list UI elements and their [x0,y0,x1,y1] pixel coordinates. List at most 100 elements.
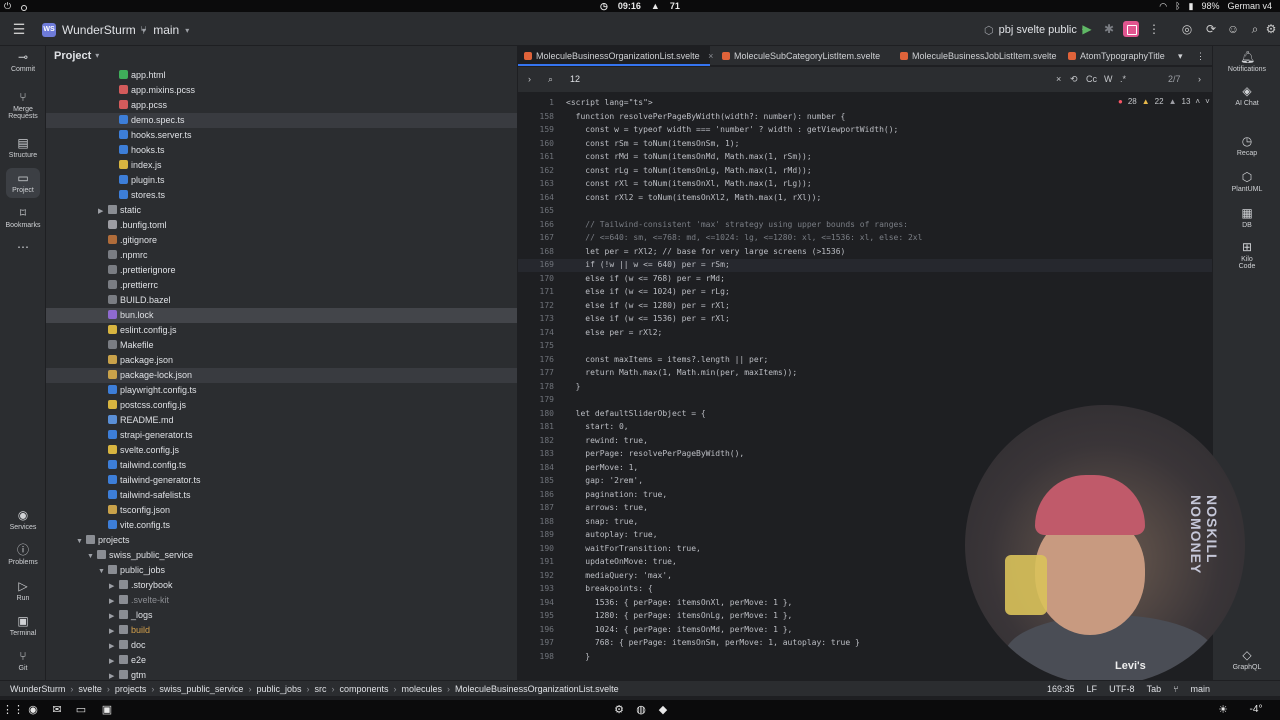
keyboard-layout[interactable]: German v4 [1227,0,1272,12]
tree-file[interactable]: postcss.config.js [46,398,517,413]
project-panel-header[interactable]: Project ▾ [46,46,517,66]
tree-file[interactable]: .npmrc [46,248,517,263]
commit-tool[interactable]: ⊸ Commit [0,50,46,73]
tree-file[interactable]: hooks.ts [46,143,517,158]
code-line[interactable]: return Math.max(1, Math.min(per, maxItem… [566,368,797,377]
notifications-tool[interactable]: 🔔︎ Notifications [1213,50,1280,73]
services-tool[interactable]: ◉ Services [0,508,46,531]
chevron-right-icon[interactable]: ▶ [109,579,119,594]
find-input[interactable]: 12 [570,74,580,84]
search-icon[interactable]: ⌕ [1248,22,1262,36]
chevron-right-icon[interactable]: ▶ [109,609,119,624]
code-line[interactable]: updateOnMove: true, [566,557,677,566]
firefox-icon[interactable]: ◍ [634,703,648,717]
git-tool[interactable]: ⑂ Git [0,649,46,672]
code-line[interactable]: 768: { perPage: itemsOnSm, perMove: 1, a… [566,638,860,647]
chevron-right-icon[interactable]: ▶ [109,624,119,639]
breadcrumb-item[interactable]: WunderSturm [10,681,65,697]
tree-folder[interactable]: ▶ gtm [46,668,517,680]
breadcrumb-item[interactable]: public_jobs [256,681,301,697]
code-line[interactable]: breakpoints: { [566,584,652,593]
db-tool[interactable]: ▦ DB [1213,206,1280,229]
code-line[interactable]: else if (w <= 1536) per = rXl; [566,314,730,323]
tree-file[interactable]: hooks.server.ts [46,128,517,143]
tree-folder[interactable]: ▶ e2e [46,653,517,668]
close-icon[interactable]: × [708,51,713,61]
regex-toggle[interactable]: .* [1120,74,1126,84]
user-icon[interactable]: ☺ [1226,22,1240,36]
breadcrumb-item[interactable]: svelte [78,681,102,697]
tree-file[interactable]: stores.ts [46,188,517,203]
code-line[interactable]: snap: true, [566,517,638,526]
code-line[interactable]: const rSm = toNum(itemsOnSm, 1); [566,139,739,148]
code-line[interactable]: gap: '2rem', [566,476,643,485]
run-icon[interactable]: ▶ [1080,22,1094,36]
match-case-toggle[interactable]: Cc [1086,74,1097,84]
tree-file[interactable]: plugin.ts [46,173,517,188]
run-tool[interactable]: ▷ Run [0,579,46,602]
settings-icon[interactable]: ⚙ [612,703,626,717]
code-line[interactable]: if (!w || w <= 640) per = rSm; [566,260,730,269]
project-selector[interactable]: WS WunderSturm ▾ [42,20,146,40]
stop-button[interactable] [1123,21,1139,37]
tree-file[interactable]: tailwind.config.ts [46,458,517,473]
code-line[interactable]: autoplay: true, [566,530,657,539]
breadcrumb-item[interactable]: components [339,681,388,697]
tree-file[interactable]: index.js [46,158,517,173]
tree-folder[interactable]: ▼ swiss_public_service [46,548,517,563]
tree-folder[interactable]: ▶ .svelte-kit [46,593,517,608]
tree-file[interactable]: .gitignore [46,233,517,248]
editor-tab[interactable]: MoleculeBusinessJobListItem.svelte [894,46,1057,66]
kilo-code-tool[interactable]: ⊞ Kilo Code [1213,240,1280,270]
code-line[interactable]: arrows: true, [566,503,648,512]
code-line[interactable]: perMove: 1, [566,463,638,472]
terminal-tool[interactable]: ▣ Terminal [0,614,46,637]
code-line[interactable]: const rXl2 = toNum(itemsOnXl2, Math.max(… [566,193,821,202]
power-icon[interactable]: ⏻ [4,0,11,12]
terminal-icon[interactable]: ▭ [74,703,88,717]
run-config-selector[interactable]: ⬡ pbj svelte public ▾ [984,20,1086,40]
code-line[interactable]: const w = typeof width === 'number' ? wi… [566,125,898,134]
tree-file[interactable]: .prettierrc [46,278,517,293]
tree-file[interactable]: app.pcss [46,98,517,113]
tree-file[interactable]: package.json [46,353,517,368]
breadcrumb-item[interactable]: MoleculeBusinessOrganizationList.svelte [455,681,619,697]
graphql-tool[interactable]: ◇ GraphQL [1213,648,1280,671]
code-line[interactable]: waitForTransition: true, [566,544,701,553]
workspace-indicator[interactable] [21,4,28,11]
code-line[interactable]: 1024: { perPage: itemsOnMd, perMove: 1 }… [566,625,792,634]
breadcrumb-item[interactable]: src [314,681,326,697]
tree-file[interactable]: app.html [46,68,517,83]
recap-tool[interactable]: ◷ Recap [1213,134,1280,157]
tree-file[interactable]: tailwind-safelist.ts [46,488,517,503]
chevron-right-icon[interactable]: ▶ [98,204,108,219]
file-encoding[interactable]: UTF-8 [1109,681,1135,697]
tree-folder[interactable]: ▼ public_jobs [46,563,517,578]
more-tools[interactable]: ⋯ [0,240,46,256]
tree-folder[interactable]: ▶ doc [46,638,517,653]
breadcrumb-item[interactable]: swiss_public_service [159,681,243,697]
code-line[interactable]: 1280: { perPage: itemsOnLg, perMove: 1 }… [566,611,792,620]
tree-folder[interactable]: ▶ static [46,203,517,219]
plantuml-tool[interactable]: ⬡ PlantUML [1213,170,1280,193]
breadcrumb-item[interactable]: projects [115,681,147,697]
ai-chat-tool[interactable]: ◈ AI Chat [1213,84,1280,107]
next-match-icon[interactable]: › [1198,74,1201,84]
tree-folder[interactable]: ▼ projects [46,533,517,548]
tree-file[interactable]: strapi-generator.ts [46,428,517,443]
tree-folder[interactable]: ▶ _logs [46,608,517,624]
tree-file[interactable]: package-lock.json [46,368,517,383]
more-icon[interactable]: ⋮ [1194,46,1208,66]
code-line[interactable]: else if (w <= 768) per = rMd; [566,274,725,283]
app-icon[interactable]: ◆ [656,703,670,717]
editor-tab-active[interactable]: MoleculeBusinessOrganizationList.svelte … [518,46,713,66]
editor-tab[interactable]: AtomTypographyTitle [1062,46,1172,66]
more-icon[interactable]: ⋮ [1147,22,1161,36]
editor-tab[interactable]: MoleculeSubCategoryListItem.svelte [716,46,886,66]
code-line[interactable]: else if (w <= 1024) per = rLg; [566,287,730,296]
branch-selector[interactable]: ⑂ main ▾ [140,20,189,40]
code-line[interactable]: // <=640: sm, <=768: md, <=1024: lg, <=1… [566,233,922,242]
wifi-icon[interactable]: ◠ [1159,0,1167,12]
project-tool[interactable]: ▭ Project [6,168,40,198]
debug-icon[interactable]: ✱ [1102,22,1116,36]
